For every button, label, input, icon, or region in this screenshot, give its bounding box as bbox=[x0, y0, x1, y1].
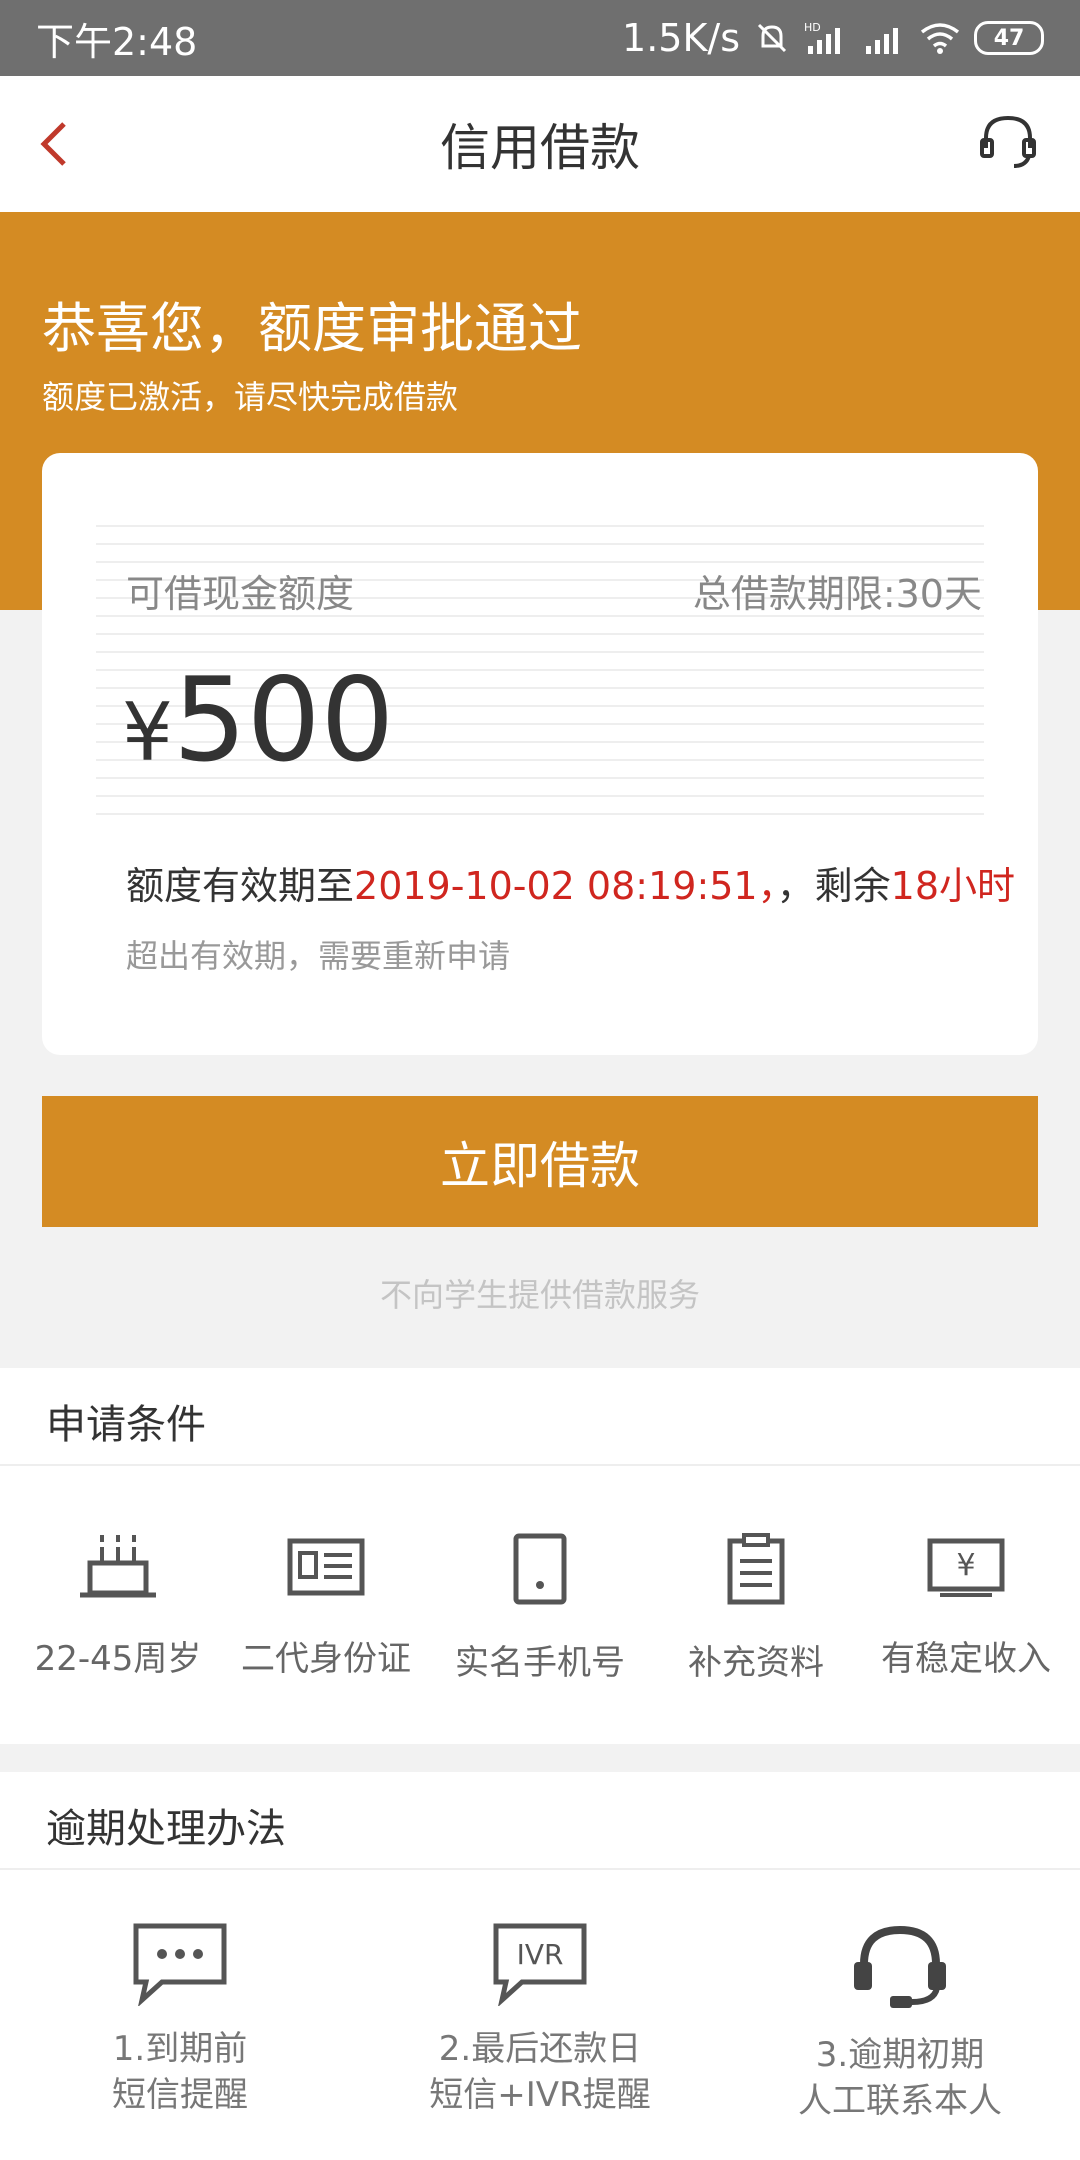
page-title: 信用借款 bbox=[440, 119, 640, 177]
condition-id-card: 二代身份证 bbox=[218, 1533, 434, 1680]
ivr-icon-text: IVR bbox=[517, 1938, 564, 1971]
overdue-step-sms: 1.到期前 短信提醒 bbox=[0, 1922, 360, 2118]
clipboard-icon bbox=[727, 1533, 785, 1605]
wifi-icon bbox=[920, 23, 960, 54]
cake-icon bbox=[80, 1535, 156, 1598]
overdue-header: 逾期处理办法 bbox=[0, 1772, 1080, 1870]
overdue-step-sms-line2: 短信提醒 bbox=[112, 2075, 248, 2115]
limit-label: 可借现金额度 bbox=[126, 572, 355, 616]
validity-comma: ， bbox=[757, 864, 777, 908]
conditions-title: 申请条件 bbox=[46, 1402, 206, 1448]
phone-icon bbox=[513, 1533, 567, 1605]
back-arrow-icon[interactable] bbox=[28, 114, 84, 174]
condition-income: ¥ 有稳定收入 bbox=[858, 1533, 1074, 1680]
condition-age-label: 22-45周岁 bbox=[34, 1639, 202, 1679]
sms-icon bbox=[133, 1923, 227, 2006]
id-card-icon bbox=[287, 1538, 365, 1596]
condition-phone: 实名手机号 bbox=[432, 1533, 648, 1684]
signal-icon bbox=[866, 28, 898, 54]
overdue-step-manual-line1: 3.逾期初期 bbox=[815, 2035, 985, 2075]
network-speed: 1.5K/s bbox=[622, 16, 740, 60]
customer-service-icon[interactable] bbox=[976, 110, 1040, 174]
condition-age: 22-45周岁 bbox=[10, 1533, 226, 1680]
headset-icon bbox=[854, 1925, 946, 2008]
mute-bell-icon bbox=[757, 23, 787, 53]
overdue-step-ivr: IVR 2.最后还款日 短信+IVR提醒 bbox=[360, 1922, 720, 2118]
validity-prefix: 额度有效期至 bbox=[126, 864, 355, 908]
conditions-header: 申请条件 bbox=[0, 1368, 1080, 1466]
conditions-section: 申请条件 22-45周岁 二代身份证 实名手机号 补充资料 ¥ 有稳定收入 bbox=[0, 1368, 1080, 1744]
yen-note-icon: ¥ bbox=[927, 1538, 1005, 1597]
borrow-now-button[interactable]: 立即借款 bbox=[42, 1096, 1038, 1227]
approval-subtitle: 额度已激活，请尽快完成借款 bbox=[42, 378, 459, 416]
credit-amount: ¥500 bbox=[122, 653, 394, 788]
credit-limit-card: 可借现金额度 总借款期限:30天 ¥500 额度有效期至2019-10-02 0… bbox=[42, 453, 1038, 1055]
overdue-title: 逾期处理办法 bbox=[46, 1806, 286, 1852]
overdue-step-manual: 3.逾期初期 人工联系本人 bbox=[720, 1922, 1080, 2124]
overdue-step-manual-line2: 人工联系本人 bbox=[798, 2081, 1002, 2121]
overdue-step-ivr-line1: 2.最后还款日 bbox=[438, 2029, 642, 2069]
validity-text: 额度有效期至2019-10-02 08:19:51，，剩余18小时 bbox=[126, 855, 1015, 910]
nav-bar: 信用借款 bbox=[0, 76, 1080, 212]
expire-hint: 超出有效期，需要重新申请 bbox=[126, 937, 511, 975]
loan-term-label: 总借款期限:30天 bbox=[692, 572, 982, 616]
student-note: 不向学生提供借款服务 bbox=[379, 1276, 700, 1314]
status-time: 下午2:48 bbox=[36, 19, 198, 64]
overdue-section: 逾期处理办法 1.到期前 短信提醒 IVR 2.最后还款日 短信+IVR提醒 3… bbox=[0, 1772, 1080, 2160]
validity-mid: ，剩余 bbox=[776, 864, 891, 908]
approval-title: 恭喜您，额度审批通过 bbox=[42, 297, 582, 360]
condition-extra-info: 补充资料 bbox=[648, 1533, 864, 1684]
condition-income-label: 有稳定收入 bbox=[881, 1639, 1051, 1679]
currency-symbol: ¥ bbox=[122, 686, 173, 779]
overdue-step-sms-line1: 1.到期前 bbox=[112, 2029, 248, 2069]
ivr-icon: IVR bbox=[493, 1923, 587, 2006]
battery-indicator: 47 bbox=[974, 21, 1044, 55]
overdue-step-manual-label: 3.逾期初期 人工联系本人 bbox=[720, 2032, 1080, 2124]
status-bar: 下午2:48 1.5K/s HD 47 bbox=[0, 0, 1080, 76]
svg-text:¥: ¥ bbox=[956, 1548, 975, 1583]
status-icons: 1.5K/s HD 47 bbox=[622, 16, 1044, 60]
signal-hd-icon: HD bbox=[804, 21, 840, 54]
condition-extra-label: 补充资料 bbox=[688, 1643, 824, 1683]
condition-phone-label: 实名手机号 bbox=[455, 1643, 625, 1683]
overdue-step-ivr-line2: 短信+IVR提醒 bbox=[429, 2075, 651, 2115]
overdue-step-sms-label: 1.到期前 短信提醒 bbox=[0, 2026, 360, 2118]
overdue-step-ivr-label: 2.最后还款日 短信+IVR提醒 bbox=[360, 2026, 720, 2118]
amount-value: 500 bbox=[172, 653, 395, 788]
validity-date: 2019-10-02 08:19:51 bbox=[354, 864, 758, 908]
validity-remaining: 18小时 bbox=[890, 864, 1015, 908]
svg-text:HD: HD bbox=[804, 21, 821, 34]
condition-id-label: 二代身份证 bbox=[241, 1639, 411, 1679]
